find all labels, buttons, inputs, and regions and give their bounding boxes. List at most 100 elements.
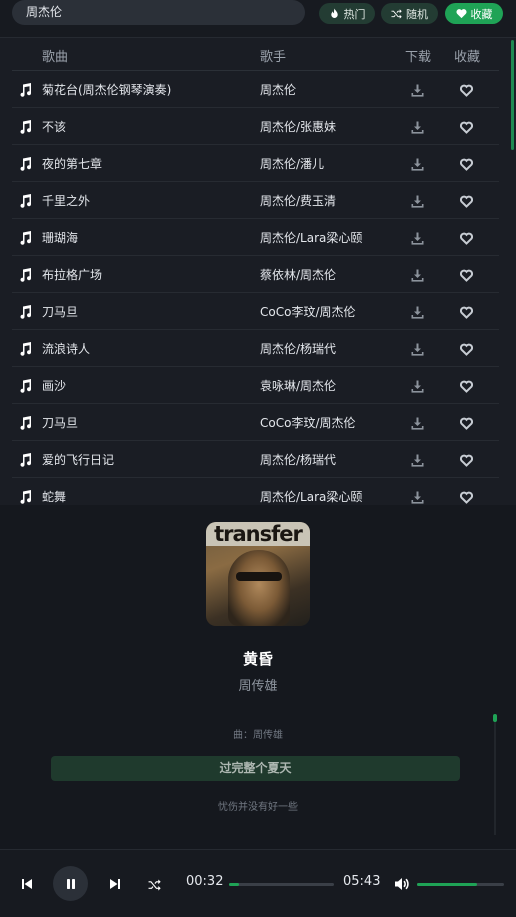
song-title: 流浪诗人 bbox=[42, 342, 91, 356]
progress-track[interactable] bbox=[229, 883, 334, 886]
top-bar: 周杰伦 热门 随机 收藏 bbox=[0, 0, 516, 38]
favorite-heart-icon[interactable] bbox=[459, 193, 474, 208]
song-list: 菊花台(周杰伦钢琴演奏) 周杰伦 不该 周杰伦/张惠妹 夜的第七章 周杰伦/潘儿 千里之外周… bbox=[12, 71, 499, 505]
download-icon[interactable] bbox=[411, 378, 424, 393]
hot-filter-button[interactable]: 热门 bbox=[319, 3, 375, 24]
favorite-heart-icon[interactable] bbox=[459, 267, 474, 282]
table-row[interactable]: 蛇舞 周杰伦/Lara梁心颐 bbox=[12, 478, 499, 505]
song-title: 布拉格广场 bbox=[42, 268, 103, 282]
download-icon[interactable] bbox=[411, 82, 424, 97]
lyric-line-credit: 曲：周传雄 bbox=[233, 730, 283, 741]
song-title: 爱的飞行日记 bbox=[42, 453, 115, 467]
favorite-heart-icon[interactable] bbox=[459, 378, 474, 393]
skip-next-icon bbox=[110, 879, 120, 889]
download-icon[interactable] bbox=[411, 193, 424, 208]
player-bar: 00:32 05:43 bbox=[0, 849, 516, 917]
song-title: 不该 bbox=[42, 120, 67, 134]
table-row[interactable]: 爱的飞行日记 周杰伦/杨瑞代 bbox=[12, 441, 499, 478]
favorite-heart-icon[interactable] bbox=[459, 489, 474, 504]
lyric-line-current: 过完整个夏天 bbox=[51, 756, 460, 781]
music-note-icon bbox=[18, 156, 32, 171]
download-icon[interactable] bbox=[411, 156, 424, 171]
table-row[interactable]: 流浪诗人 周杰伦/杨瑞代 bbox=[12, 330, 499, 367]
table-row[interactable]: 刀马旦 CoCo李玟/周杰伦 bbox=[12, 404, 499, 441]
table-scrollbar[interactable] bbox=[511, 40, 514, 150]
column-header-artist: 歌手 bbox=[260, 50, 287, 65]
music-note-icon bbox=[18, 193, 32, 208]
table-header: 歌曲 歌手 下载 收藏 bbox=[12, 38, 499, 71]
download-icon[interactable] bbox=[411, 304, 424, 319]
random-filter-button[interactable]: 随机 bbox=[381, 3, 438, 24]
table-row[interactable]: 画沙 袁咏琳/周杰伦 bbox=[12, 367, 499, 404]
column-header-favorite: 收藏 bbox=[454, 50, 481, 65]
album-cover-sunglasses bbox=[236, 572, 282, 581]
flame-icon bbox=[330, 8, 338, 18]
volume-button[interactable] bbox=[393, 876, 410, 892]
shuffle-button[interactable] bbox=[145, 876, 163, 892]
column-header-download: 下载 bbox=[405, 50, 432, 65]
download-icon[interactable] bbox=[411, 415, 424, 430]
favorite-heart-icon[interactable] bbox=[459, 119, 474, 134]
lyrics-scrollbar[interactable] bbox=[493, 714, 497, 722]
table-row[interactable]: 刀马旦 CoCo李玟/周杰伦 bbox=[12, 293, 499, 330]
shuffle-icon bbox=[148, 879, 161, 891]
song-artist: 周杰伦/费玉清 bbox=[260, 194, 337, 208]
favorite-heart-icon[interactable] bbox=[459, 82, 474, 97]
table-row[interactable]: 布拉格广场 蔡依林/周杰伦 bbox=[12, 256, 499, 293]
table-row[interactable]: 夜的第七章 周杰伦/潘儿 bbox=[12, 145, 499, 182]
song-title: 千里之外 bbox=[42, 194, 91, 208]
favorite-heart-icon[interactable] bbox=[459, 415, 474, 430]
previous-button[interactable] bbox=[18, 876, 36, 892]
music-note-icon bbox=[18, 341, 32, 356]
skip-previous-icon bbox=[22, 879, 32, 889]
random-filter-label: 随机 bbox=[406, 7, 428, 21]
song-title: 蛇舞 bbox=[42, 490, 67, 504]
download-icon[interactable] bbox=[411, 452, 424, 467]
table-row[interactable]: 不该 周杰伦/张惠妹 bbox=[12, 108, 499, 145]
search-input[interactable]: 周杰伦 bbox=[12, 0, 305, 25]
song-artist: 周杰伦/杨瑞代 bbox=[260, 453, 337, 467]
now-playing-artist: 周传雄 bbox=[238, 679, 278, 694]
song-title: 刀马旦 bbox=[42, 305, 79, 319]
download-icon[interactable] bbox=[411, 119, 424, 134]
song-title: 刀马旦 bbox=[42, 416, 79, 430]
music-note-icon bbox=[18, 378, 32, 393]
pause-icon bbox=[66, 878, 75, 889]
lyrics-scroll-track bbox=[494, 715, 496, 835]
song-artist: 周杰伦/Lara梁心颐 bbox=[260, 490, 363, 504]
song-title: 画沙 bbox=[42, 379, 67, 393]
favorite-heart-icon[interactable] bbox=[459, 341, 474, 356]
favorites-filter-button[interactable]: 收藏 bbox=[445, 3, 503, 24]
song-artist: 周杰伦 bbox=[260, 83, 297, 97]
total-duration: 05:43 bbox=[343, 874, 381, 889]
shuffle-icon bbox=[391, 9, 402, 19]
favorite-heart-icon[interactable] bbox=[459, 304, 474, 319]
music-note-icon bbox=[18, 119, 32, 134]
song-table: 歌曲 歌手 下载 收藏 菊花台(周杰伦钢琴演奏) 周杰伦 不该 周杰伦/张惠妹 夜的第七… bbox=[12, 38, 499, 505]
song-title: 夜的第七章 bbox=[42, 157, 103, 171]
favorite-heart-icon[interactable] bbox=[459, 156, 474, 171]
download-icon[interactable] bbox=[411, 489, 424, 504]
music-note-icon bbox=[18, 452, 32, 467]
favorite-heart-icon[interactable] bbox=[459, 452, 474, 467]
next-button[interactable] bbox=[106, 876, 124, 892]
album-cover-title: transfer bbox=[206, 522, 310, 546]
table-row[interactable]: 千里之外 周杰伦/费玉清 bbox=[12, 182, 499, 219]
progress-fill bbox=[229, 883, 239, 886]
table-row[interactable]: 菊花台(周杰伦钢琴演奏) 周杰伦 bbox=[12, 71, 499, 108]
play-pause-button[interactable] bbox=[53, 866, 88, 901]
volume-fill bbox=[417, 883, 478, 886]
download-icon[interactable] bbox=[411, 341, 424, 356]
music-note-icon bbox=[18, 489, 32, 504]
table-row[interactable]: 珊瑚海 周杰伦/Lara梁心颐 bbox=[12, 219, 499, 256]
favorites-filter-label: 收藏 bbox=[470, 7, 493, 21]
current-time: 00:32 bbox=[186, 874, 224, 889]
lyric-line-next: 忧伤并没有好一些 bbox=[218, 802, 298, 813]
heart-icon bbox=[455, 9, 467, 19]
music-note-icon bbox=[18, 82, 32, 97]
download-icon[interactable] bbox=[411, 230, 424, 245]
column-header-song: 歌曲 bbox=[42, 50, 69, 65]
download-icon[interactable] bbox=[411, 267, 424, 282]
favorite-heart-icon[interactable] bbox=[459, 230, 474, 245]
song-artist: 袁咏琳/周杰伦 bbox=[260, 379, 337, 393]
